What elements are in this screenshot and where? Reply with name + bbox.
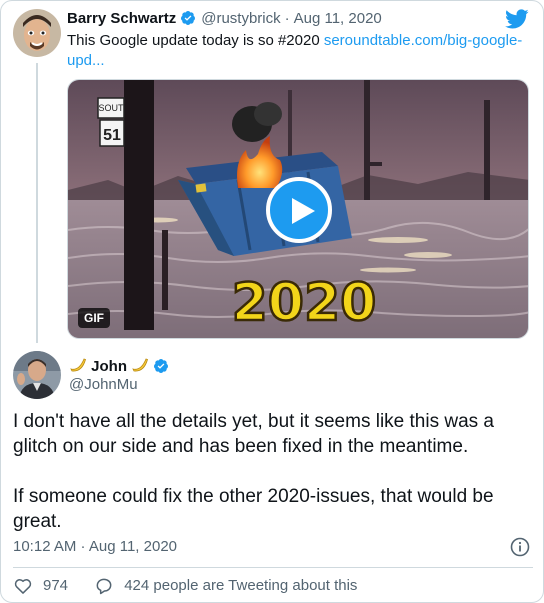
play-button[interactable] — [266, 177, 332, 243]
tweet-actions: 974 424 people are Tweeting about this — [13, 575, 379, 602]
like-button[interactable]: 974 — [13, 575, 68, 597]
barry-avatar[interactable] — [13, 9, 61, 57]
parent-tweet-text: This Google update today is so #2020 ser… — [67, 31, 529, 71]
main-author-handle[interactable]: @JohnMu — [69, 375, 138, 395]
road-sign-number: 51 — [103, 127, 121, 144]
parent-tweet-header: Barry Schwartz @rustybrick · Aug 11, 2020 — [67, 9, 382, 29]
like-count: 974 — [43, 577, 69, 594]
twitter-bird-icon[interactable] — [505, 7, 529, 31]
tweet-timestamp[interactable]: 10:12 AM · Aug 11, 2020 — [13, 537, 177, 557]
main-author-name[interactable]: John — [91, 358, 127, 375]
heart-icon — [14, 579, 32, 594]
main-tweet-paragraph-2: If someone could fix the other 2020-issu… — [13, 486, 494, 532]
main-author-row: John — [69, 355, 169, 377]
thread-connector-line — [36, 63, 38, 343]
reply-bubble-icon — [96, 578, 112, 595]
road-sign-top: SOUT — [98, 103, 124, 113]
gif-media[interactable]: SOUT 51 2020 GIF — [67, 79, 529, 339]
parent-tweet[interactable]: Barry Schwartz @rustybrick · Aug 11, 2020 T… — [1, 1, 543, 343]
main-tweet-paragraph-1: I don't have all the details yet, but it… — [13, 411, 494, 457]
header-separator: · — [284, 10, 290, 27]
tweet-card: Barry Schwartz @rustybrick · Aug 11, 2020 T… — [0, 0, 544, 603]
parent-tweet-date[interactable]: Aug 11, 2020 — [294, 10, 382, 27]
info-icon[interactable] — [509, 536, 531, 558]
conversation-link[interactable]: 424 people are Tweeting about this — [94, 575, 357, 597]
banana-icon — [70, 358, 86, 372]
play-icon — [292, 198, 315, 224]
verified-badge-icon — [181, 11, 196, 25]
divider — [13, 567, 533, 568]
verified-badge-icon — [154, 359, 169, 373]
gif-year-caption: 2020 — [232, 273, 377, 333]
gif-badge: GIF — [78, 308, 110, 328]
john-avatar[interactable] — [13, 351, 61, 399]
parent-tweet-body: This Google update today is so #2020 — [67, 32, 324, 49]
conversation-text: 424 people are Tweeting about this — [124, 577, 358, 594]
banana-icon — [132, 358, 149, 372]
parent-author-handle[interactable]: @rustybrick — [201, 10, 280, 27]
main-tweet-text: I don't have all the details yet, but it… — [13, 409, 513, 534]
parent-author-name[interactable]: Barry Schwartz — [67, 10, 176, 27]
